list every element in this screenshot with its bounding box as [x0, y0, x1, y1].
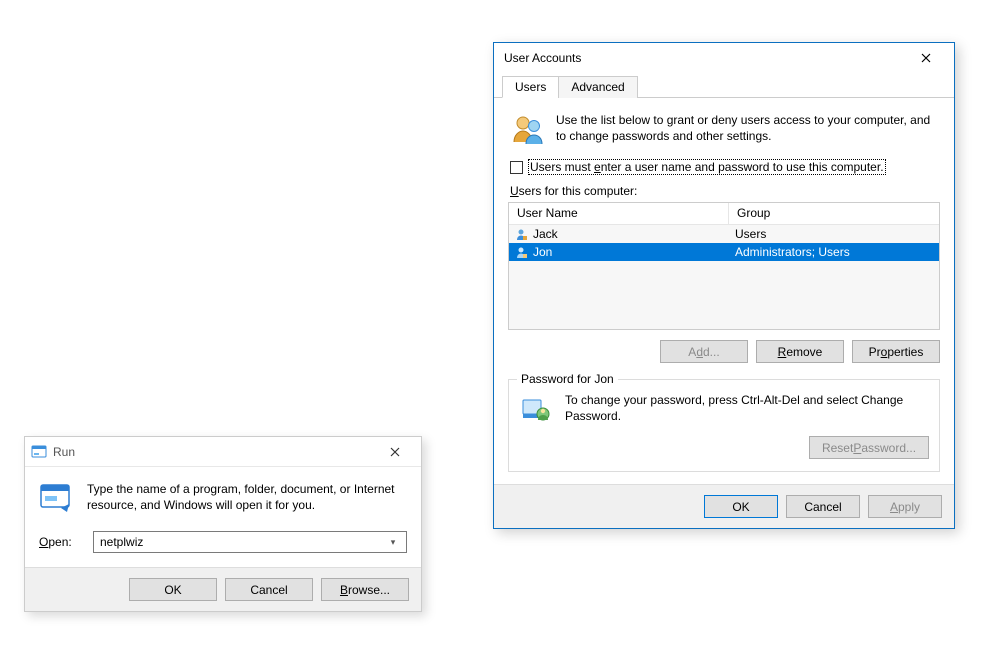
cancel-button[interactable]: Cancel [786, 495, 860, 518]
run-dialog: Run Type the name of a program, folder, … [24, 436, 422, 612]
reset-password-button[interactable]: Reset Password... [809, 436, 929, 459]
remove-user-button[interactable]: Remove [756, 340, 844, 363]
password-groupbox: Password for Jon To change your password… [508, 379, 940, 472]
close-icon[interactable] [906, 44, 946, 72]
user-icon [515, 246, 528, 259]
run-button-row: OK Cancel Browse... [25, 567, 421, 611]
ua-tabstrip: Users Advanced [494, 75, 954, 98]
ok-button[interactable]: OK [129, 578, 217, 601]
ua-title: User Accounts [504, 51, 581, 65]
require-login-row[interactable]: Users must enter a user name and passwor… [510, 160, 938, 174]
cell-group: Users [729, 227, 939, 241]
apply-button[interactable]: Apply [868, 495, 942, 518]
require-login-label: Users must enter a user name and passwor… [529, 160, 885, 174]
table-row[interactable]: Jack Users [509, 225, 939, 243]
cell-username: Jack [533, 227, 558, 241]
add-user-button[interactable]: Add... [660, 340, 748, 363]
ua-titlebar: User Accounts [494, 43, 954, 73]
user-icon [515, 228, 528, 241]
user-list-buttons: Add... Remove Properties [508, 330, 940, 377]
password-icon [519, 392, 555, 428]
run-program-icon [39, 481, 73, 515]
tab-users[interactable]: Users [502, 76, 559, 98]
col-group[interactable]: Group [729, 203, 939, 224]
cancel-button[interactable]: Cancel [225, 578, 313, 601]
ua-content: Use the list below to grant or deny user… [494, 98, 954, 484]
require-login-checkbox[interactable] [510, 161, 523, 174]
ua-bottom-buttons: OK Cancel Apply [494, 484, 954, 528]
open-input[interactable]: netplwiz ▾ [93, 531, 407, 553]
ok-button[interactable]: OK [704, 495, 778, 518]
users-for-label: Users for this computer: [510, 184, 940, 198]
password-legend: Password for Jon [517, 372, 618, 386]
chevron-down-icon[interactable]: ▾ [386, 537, 400, 548]
ua-intro: Use the list below to grant or deny user… [508, 108, 940, 156]
run-title: Run [53, 445, 75, 459]
users-icon [510, 112, 546, 148]
user-list-body: Jack Users Jon Administrators; Users [509, 225, 939, 329]
tab-advanced[interactable]: Advanced [558, 76, 637, 98]
password-text: To change your password, press Ctrl-Alt-… [565, 392, 929, 428]
cell-username: Jon [533, 245, 552, 259]
run-open-row: Open: netplwiz ▾ [25, 531, 421, 567]
run-description: Type the name of a program, folder, docu… [87, 481, 407, 515]
close-icon[interactable] [375, 438, 415, 466]
open-input-value: netplwiz [100, 535, 386, 549]
table-row[interactable]: Jon Administrators; Users [509, 243, 939, 261]
run-titlebar: Run [25, 437, 421, 467]
ua-intro-text: Use the list below to grant or deny user… [556, 112, 938, 148]
open-label: Open: [39, 535, 93, 549]
browse-button[interactable]: Browse... [321, 578, 409, 601]
user-properties-button[interactable]: Properties [852, 340, 940, 363]
user-accounts-dialog: User Accounts Users Advanced Use the lis… [493, 42, 955, 529]
run-app-icon [31, 444, 47, 460]
run-body: Type the name of a program, folder, docu… [25, 467, 421, 531]
user-list-header: User Name Group [509, 203, 939, 225]
cell-group: Administrators; Users [729, 245, 939, 259]
col-username[interactable]: User Name [509, 203, 729, 224]
user-list: User Name Group Jack Users [508, 202, 940, 330]
